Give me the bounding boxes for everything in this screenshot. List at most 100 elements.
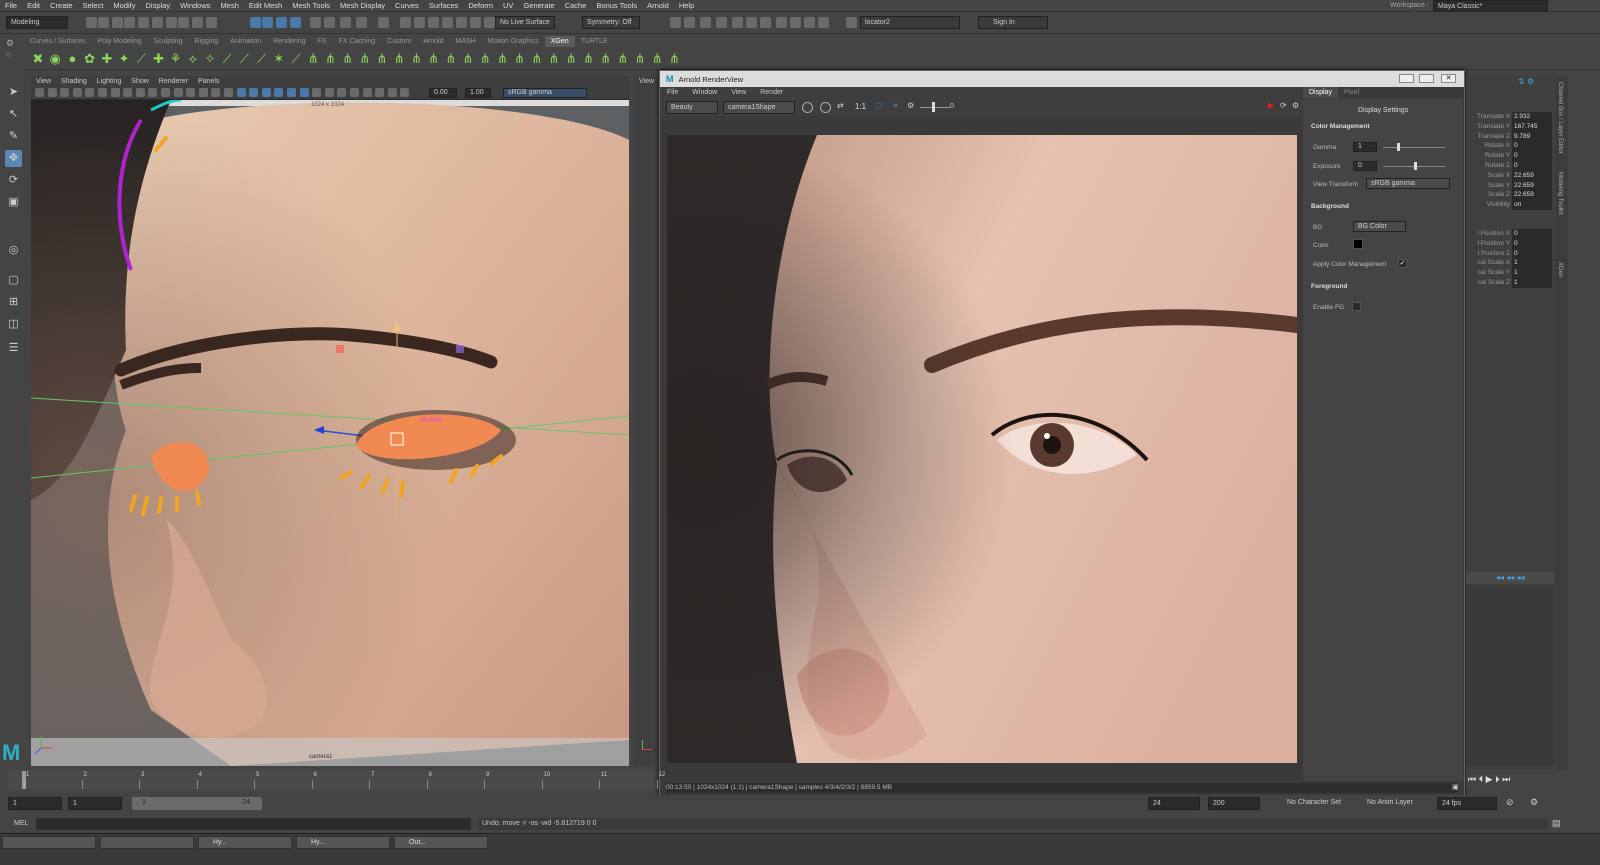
channel-value[interactable]: 2.932 [1512, 112, 1552, 122]
status-line-tool-icon[interactable] [340, 17, 351, 28]
status-line-tool-icon[interactable] [846, 17, 857, 28]
xgen-shelf-icon[interactable]: ⟋ [219, 51, 235, 67]
enable-fg-checkbox[interactable] [1352, 302, 1361, 311]
viewport-tool-icon[interactable] [350, 88, 359, 97]
status-line-tool-icon[interactable] [804, 17, 815, 28]
xgen-shelf-icon[interactable]: ⋔ [357, 51, 373, 67]
render-play-icon[interactable]: ▶ [1268, 101, 1274, 110]
xgen-shelf-icon[interactable]: ⋔ [598, 51, 614, 67]
lasso-tool-icon[interactable]: ↖ [5, 106, 22, 123]
symmetry-dropdown[interactable]: Symmetry: Off [582, 16, 640, 29]
view-transform-dropdown[interactable]: sRGB gamma [1366, 178, 1450, 189]
channel-row[interactable]: Scale Z 22.659 [1466, 190, 1552, 201]
shelf-tab[interactable]: Motion Graphics [482, 36, 545, 47]
rotate-tool-icon[interactable]: ⟳ [5, 172, 22, 189]
status-line-tool-icon[interactable] [716, 17, 727, 28]
menu-item[interactable]: Select [78, 0, 109, 12]
four-view-icon[interactable]: ⊞ [5, 294, 22, 311]
viewport-tool-icon[interactable] [148, 88, 158, 97]
channel-row[interactable]: Scale X 22.659 [1466, 170, 1552, 181]
viewport-tool-icon[interactable] [211, 88, 221, 97]
side-tab[interactable]: Modeling Toolkit [1557, 172, 1563, 215]
channel-row[interactable]: Rotate Z0 [1466, 161, 1552, 171]
status-line-tool-icon[interactable] [456, 17, 467, 28]
viewport-tool-icon[interactable] [375, 88, 385, 97]
status-line-tool-icon[interactable] [192, 17, 203, 28]
status-line-tool-icon[interactable] [112, 17, 123, 28]
viewport2-menu-view[interactable]: View [639, 78, 654, 85]
status-line-tool-icon[interactable] [166, 17, 177, 28]
gamma-field[interactable]: 1.00 [465, 88, 491, 98]
menu-item[interactable]: Surfaces [424, 0, 464, 12]
status-line-tool-icon[interactable] [250, 17, 261, 28]
close-icon[interactable]: ✕ [1441, 74, 1456, 83]
shelf-settings-icon[interactable]: ⚙ ○ [6, 38, 18, 70]
viewport-tool-icon[interactable] [173, 88, 183, 97]
range-slider[interactable]: 1 24 [132, 797, 262, 810]
snapshot-icon[interactable]: ▣ [1452, 783, 1462, 793]
fps-dropdown[interactable]: 24 fps [1437, 797, 1497, 810]
move-tool-icon[interactable]: ✥ [5, 150, 22, 167]
tab-display[interactable]: Display [1303, 87, 1338, 98]
menu-item[interactable]: Mesh [216, 0, 244, 12]
renderview-menu-item[interactable]: Window [685, 87, 724, 98]
status-line-tool-icon[interactable] [818, 17, 829, 28]
status-line-tool-icon[interactable] [684, 17, 695, 28]
transport-prev-icon[interactable]: ⏴ [1479, 774, 1484, 785]
xgen-shelf-icon[interactable]: ⟋ [133, 51, 149, 67]
select-tool-icon[interactable]: ➤ [5, 84, 22, 101]
channel-value[interactable]: 0 [1512, 161, 1552, 171]
range-end-field[interactable]: 24 [1148, 797, 1200, 810]
live-surface-field[interactable]: No Live Surface [495, 16, 555, 29]
soft-select-icon[interactable]: ◎ [5, 242, 22, 259]
rv-gamma-field[interactable]: 1 [1353, 142, 1377, 152]
channel-value[interactable]: on [1512, 200, 1552, 211]
menu-item[interactable]: Modify [108, 0, 140, 12]
exposure-panel-slider-handle[interactable] [1414, 162, 1417, 170]
xgen-shelf-icon[interactable]: ● [64, 51, 80, 67]
outliner-icon[interactable]: ☰ [5, 340, 22, 357]
xgen-shelf-icon[interactable]: ⋔ [580, 51, 596, 67]
menu-item[interactable]: Mesh Display [335, 0, 390, 12]
channel-row[interactable]: Scale Y 22.659 [1466, 180, 1552, 191]
status-line-tool-icon[interactable] [310, 17, 321, 28]
character-set-dropdown[interactable]: No Character Set [1283, 797, 1361, 810]
viewport-tool-icon[interactable] [110, 88, 120, 97]
xgen-shelf-icon[interactable]: ⋔ [615, 51, 631, 67]
script-editor-icon[interactable]: ▤ [1552, 818, 1561, 829]
menu-item[interactable]: UV [498, 0, 518, 12]
menu-item[interactable]: Bonus Tools [591, 0, 642, 12]
bg-dropdown[interactable]: BG Color [1353, 221, 1406, 232]
channel-value[interactable]: 0 [1512, 151, 1552, 162]
minimized-window[interactable]: Hy... [296, 836, 390, 849]
viewport-tool-icon[interactable] [60, 88, 70, 97]
playback-prefs-icon[interactable]: ⚙ [1530, 797, 1538, 808]
xgen-shelf-icon[interactable]: ⋔ [426, 51, 442, 67]
side-tab[interactable]: Channel Box / Layer Editor [1557, 82, 1563, 154]
shelf-tab[interactable]: Custom [381, 36, 417, 47]
xgen-shelf-icon[interactable]: ⋔ [408, 51, 424, 67]
channel-row[interactable]: l Position Y0 [1466, 238, 1552, 249]
xgen-shelf-icon[interactable]: ⟡ [185, 51, 201, 67]
status-line-tool-icon[interactable] [290, 17, 301, 28]
menu-item[interactable]: Deform [463, 0, 498, 12]
viewport-tool-icon[interactable] [387, 88, 397, 97]
channel-value[interactable]: 167.745 [1512, 121, 1552, 132]
shelf-tab[interactable]: Animation [224, 36, 267, 47]
viewport-tool-icon[interactable] [249, 88, 259, 97]
settings-gear-icon[interactable]: ⚙ [907, 101, 914, 110]
channel-value[interactable]: 0 [1512, 248, 1552, 259]
fit-frame-icon[interactable]: ⬚ [875, 101, 883, 110]
menu-item[interactable]: Cache [560, 0, 592, 12]
ratio-button[interactable]: 1:1 [855, 102, 866, 111]
viewport-tool-icon[interactable] [224, 88, 233, 97]
camera-dropdown[interactable]: camera1Shape [723, 101, 795, 114]
xgen-shelf-icon[interactable]: ✚ [150, 51, 166, 67]
status-line-tool-icon[interactable] [700, 17, 711, 28]
range-start-field[interactable]: 1 [68, 797, 122, 810]
xgen-shelf-icon[interactable]: ⋔ [460, 51, 476, 67]
xgen-shelf-icon[interactable]: ⟋ [236, 51, 252, 67]
status-line-tool-icon[interactable] [746, 17, 757, 28]
renderview-options-icon[interactable]: ⚙ [1292, 101, 1299, 110]
viewport-menu-item[interactable]: Lighting [92, 76, 127, 87]
